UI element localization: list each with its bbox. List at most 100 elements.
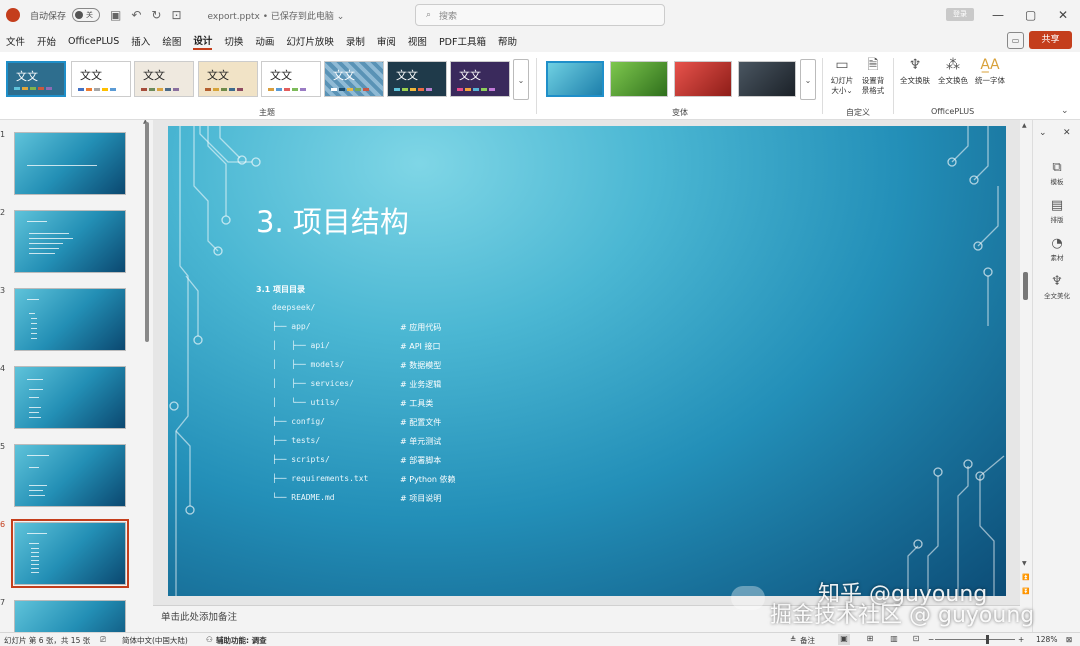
assets-button[interactable]: ◔ 素材 [1037,236,1077,262]
editor-scrollbar[interactable]: ▲ ▼ ⏫ ⏬ [1020,120,1032,605]
slide-thumbnail[interactable] [14,132,126,195]
zoom-level[interactable]: 128% [1036,635,1057,644]
tab-home[interactable]: 开始 [37,34,56,48]
redo-icon[interactable]: ↻ [151,8,161,22]
tab-pdf-tools[interactable]: PDF工具箱 [439,34,486,48]
save-icon[interactable]: ▣ [110,8,121,22]
tree-path: ├── app/ [272,322,311,331]
tab-view[interactable]: 视图 [408,34,427,48]
slide-thumbnail[interactable] [14,444,126,507]
slide-title[interactable]: 3. 项目结构 [256,199,409,241]
slide-number: 3 [0,286,6,295]
tab-slideshow[interactable]: 幻灯片放映 [286,34,334,48]
layout-button[interactable]: ▤ 排版 [1037,198,1077,224]
document-title[interactable]: export.pptx • 已保存到此电脑 ⌄ [208,9,345,22]
close-icon[interactable]: ✕ [1058,8,1068,22]
collapse-ribbon-icon[interactable]: ⌄ [1061,106,1069,116]
variant-thumbnail[interactable] [610,61,668,97]
variant-thumbnail[interactable] [738,61,796,97]
tab-record[interactable]: 录制 [346,34,365,48]
theme-thumbnail[interactable]: 文文 [261,61,321,97]
theme-thumbnail[interactable]: 文文 [198,61,258,97]
tab-design[interactable]: 设计 [193,33,213,50]
slide-canvas[interactable]: 3. 项目结构 3.1 项目目录 deepseek/ ├── app/ # 应用… [168,126,1006,596]
status-bar: 幻灯片 第 6 张，共 15 张 ⎚ 简体中文(中国大陆) ⚇ 辅助功能: 调查… [0,632,1080,646]
variants-more-button[interactable]: ⌄ [800,59,816,100]
scroll-down-icon[interactable]: ▼ [1022,560,1027,567]
tree-comment: # 配置文件 [400,418,442,427]
section-subheading[interactable]: 3.1 项目目录 [256,284,305,295]
accessibility-status[interactable]: 辅助功能: 调查 [216,635,267,646]
recolor-all-button[interactable]: ⁂ 全文换色 [935,56,971,86]
theme-thumbnail[interactable]: 文文 [450,61,510,97]
accessibility-icon[interactable]: ⚇ [206,635,213,644]
collapse-pane-icon[interactable]: ⌄ [1039,128,1047,138]
notes-toggle[interactable]: 备注 [800,635,815,646]
language-indicator[interactable]: 简体中文(中国大陆) [122,635,188,646]
tab-animations[interactable]: 动画 [255,34,274,48]
next-slide-icon[interactable]: ⏬ [1022,588,1029,595]
format-background-button[interactable]: 🗎 设置背 景格式 [858,56,888,96]
slide-thumbnail-pane: ▲ 1 2 3 4 5 6 7 [0,120,153,632]
slide-thumbnail[interactable] [14,288,126,351]
slide-thumbnail[interactable] [14,210,126,273]
swap-all-skin-button[interactable]: ♆ 全文换肤 [897,56,933,86]
autosave-toggle[interactable]: 关 [72,8,101,22]
fit-to-window-icon[interactable]: ⊠ [1066,635,1072,644]
zoom-slider[interactable] [935,639,1015,640]
slide-thumbnail[interactable] [14,600,126,632]
slide-number: 7 [0,598,6,607]
tab-officeplus[interactable]: OfficePLUS [68,36,119,47]
tree-comment: # API 接口 [400,342,441,351]
theme-thumbnail[interactable]: 文文 [71,61,131,97]
customize-qat-icon[interactable]: ⊡ [171,8,181,22]
zoom-slider-thumb[interactable] [986,635,989,644]
tab-insert[interactable]: 插入 [131,34,150,48]
themes-more-button[interactable]: ⌄ [513,59,529,100]
beautify-button[interactable]: ♆ 全文美化 [1037,274,1077,300]
theme-thumbnail[interactable]: 文文 [387,61,447,97]
undo-icon[interactable]: ↶ [131,8,141,22]
slide-size-button[interactable]: ▭ 幻灯片 大小⌄ [828,56,856,96]
login-button[interactable]: 登录 [946,8,974,21]
slide-thumbnail-selected[interactable] [11,519,129,588]
tree-path: │ └── utils/ [272,398,340,407]
theme-sample-text: 文文 [80,69,102,82]
tab-review[interactable]: 审阅 [377,34,396,48]
previous-slide-icon[interactable]: ⏫ [1022,574,1029,581]
scrollbar-thumb[interactable] [1023,272,1028,300]
zoom-in-icon[interactable]: + [1018,635,1024,644]
tab-help[interactable]: 帮助 [498,34,517,48]
tab-transitions[interactable]: 切换 [224,34,243,48]
unify-font-button[interactable]: A̲A 统一字体 [972,56,1008,86]
slideshow-icon[interactable]: ⊡ [910,634,922,645]
search-input[interactable]: ⌕ 搜索 [415,4,665,26]
notes-icon[interactable]: ≜ [790,635,796,644]
comments-icon[interactable]: ▭ [1007,32,1024,49]
themes-group-label: 主题 [259,108,275,117]
minimize-icon[interactable]: — [992,8,1004,22]
theme-thumbnail[interactable]: 文文 [134,61,194,97]
theme-thumbnail[interactable]: 文文 [6,61,66,97]
tree-comment: # 项目说明 [400,494,442,503]
scroll-up-icon[interactable]: ▲ [1022,122,1027,129]
tab-draw[interactable]: 绘图 [162,34,181,48]
tab-file[interactable]: 文件 [6,34,25,48]
close-pane-icon[interactable]: ✕ [1063,128,1071,138]
tree-path: ├── tests/ [272,436,321,445]
slide-sorter-icon[interactable]: ⊞ [864,634,876,645]
spellcheck-icon[interactable]: ⎚ [100,635,106,645]
theme-thumbnail[interactable]: 文文 [324,61,384,97]
zoom-out-icon[interactable]: − [928,635,934,644]
variant-thumbnail[interactable] [674,61,732,97]
thumbnail-scrollbar[interactable] [145,122,149,342]
templates-button[interactable]: ⧉ 模板 [1037,160,1077,186]
maximize-icon[interactable]: ▢ [1025,8,1036,22]
share-button[interactable]: 共享 [1029,31,1072,49]
normal-view-icon[interactable]: ▣ [838,634,850,645]
slide-thumbnail[interactable] [14,366,126,429]
reading-view-icon[interactable]: ▥ [888,634,900,645]
variant-thumbnail[interactable] [546,61,604,97]
theme-sample-text: 文文 [143,69,165,82]
template-icon: ⧉ [1052,160,1062,175]
